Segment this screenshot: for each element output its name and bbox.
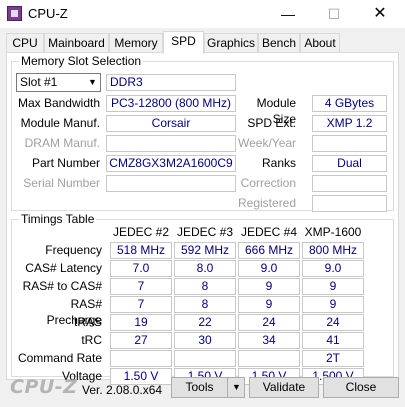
spd-tab-panel: Memory Slot Selection Slot #1 ▼ DDR3 Max… (6, 52, 399, 385)
dram-manuf-label: DRAM Manuf. (24, 136, 100, 150)
week-year-value (312, 135, 387, 152)
timings-cell: 27 (110, 332, 172, 349)
timings-cell: 9 (302, 296, 364, 313)
timings-cell (238, 350, 300, 367)
timings-cell: 41 (302, 332, 364, 349)
spd-ext-label: SPD Ext. (247, 116, 296, 130)
timings-table-title: Timings Table (19, 212, 97, 226)
tab-about[interactable]: About (300, 33, 340, 53)
serial-number-label: Serial Number (23, 176, 100, 190)
timings-cell: 19 (110, 314, 172, 331)
timings-cell: 30 (174, 332, 236, 349)
tab-mainboard[interactable]: Mainboard (44, 33, 109, 53)
timings-cell: 9 (238, 278, 300, 295)
timings-cell: 800 MHz (302, 242, 364, 259)
title-bar: CPU-Z — ☐ ✕ (0, 0, 405, 28)
correction-value (312, 175, 387, 192)
week-year-label: Week/Year (238, 136, 297, 150)
spd-ext-value: XMP 1.2 (312, 115, 387, 132)
tab-graphics[interactable]: Graphics (204, 33, 258, 53)
timings-cell: 9.0 (302, 260, 364, 277)
tab-bench[interactable]: Bench (258, 33, 300, 53)
tab-spd[interactable]: SPD (163, 31, 204, 54)
memory-slot-selection-group: Memory Slot Selection Slot #1 ▼ DDR3 Max… (11, 54, 394, 212)
timings-table-group: Timings Table JEDEC #2 JEDEC #3 JEDEC #4 XM… (11, 212, 394, 385)
serial-number-value (106, 175, 236, 192)
minimize-button[interactable]: — (265, 0, 311, 28)
timings-cell: 7.0 (110, 260, 172, 277)
max-bandwidth-value: PC3-12800 (800 MHz) (106, 95, 236, 112)
close-button[interactable]: Close (323, 377, 399, 398)
timings-column-header: XMP-1600 (304, 225, 362, 239)
timings-cell: 7 (110, 296, 172, 313)
window-client-area: CPU Mainboard Memory SPD Graphics Bench … (0, 28, 405, 407)
timings-cell: 592 MHz (174, 242, 236, 259)
timings-cell: 9 (238, 296, 300, 313)
window-title: CPU-Z (28, 6, 68, 21)
timings-cell: 24 (302, 314, 364, 331)
timings-row-label: CAS# Latency (25, 261, 102, 275)
part-number-label: Part Number (31, 156, 100, 170)
chevron-down-icon[interactable]: ▼ (227, 378, 245, 397)
timings-cell: 8 (174, 296, 236, 313)
chevron-down-icon: ▼ (88, 77, 97, 87)
maximize-button[interactable]: ☐ (311, 0, 357, 28)
module-manuf-label: Module Manuf. (20, 116, 100, 130)
max-bandwidth-label: Max Bandwidth (17, 96, 100, 110)
slot-select-value: Slot #1 (20, 75, 58, 89)
memory-slot-selection-title: Memory Slot Selection (19, 54, 144, 68)
tools-button[interactable]: Tools ▼ (171, 377, 245, 398)
timings-cell: 666 MHz (238, 242, 300, 259)
timings-row-label: tRAS (73, 315, 102, 329)
registered-value (312, 195, 387, 212)
timings-cell: 7 (110, 278, 172, 295)
timings-cell: 22 (174, 314, 236, 331)
timings-cell: 2T (302, 350, 364, 367)
validate-button[interactable]: Validate (249, 377, 319, 398)
correction-label: Correction (240, 176, 296, 190)
timings-cell (110, 350, 172, 367)
slot-select[interactable]: Slot #1 ▼ (16, 73, 101, 92)
timings-row-label: Frequency (45, 243, 102, 257)
module-manuf-value: Corsair (106, 115, 236, 132)
timings-cell (174, 350, 236, 367)
registered-label: Registered (238, 196, 297, 210)
version-text: Ver. 2.08.0.x64 (82, 383, 163, 397)
cpu-z-app-icon (7, 6, 22, 21)
close-window-button[interactable]: ✕ (357, 0, 403, 28)
memory-type-value: DDR3 (106, 74, 236, 91)
timings-cell: 8 (174, 278, 236, 295)
timings-column-header: JEDEC #4 (240, 225, 298, 239)
timings-row-label: RAS# to CAS# (22, 279, 102, 293)
timings-row-label: tRC (81, 333, 102, 347)
timings-cell: 24 (238, 314, 300, 331)
timings-cell: 34 (238, 332, 300, 349)
dram-manuf-value (106, 135, 236, 152)
module-size-value: 4 GBytes (312, 95, 387, 112)
timings-row-label: Command Rate (17, 351, 102, 365)
timings-column-header: JEDEC #2 (112, 225, 170, 239)
tools-button-label: Tools (185, 380, 214, 394)
timings-column-header: JEDEC #3 (176, 225, 234, 239)
cpu-z-logo: CPU-Z (10, 376, 78, 398)
timings-cell: 8.0 (174, 260, 236, 277)
tab-memory[interactable]: Memory (109, 33, 163, 53)
tab-cpu[interactable]: CPU (6, 33, 44, 53)
ranks-label: Ranks (261, 156, 296, 170)
timings-cell: 9.0 (238, 260, 300, 277)
ranks-value: Dual (312, 155, 387, 172)
timings-cell: 518 MHz (110, 242, 172, 259)
part-number-value: CMZ8GX3M2A1600C9 (106, 155, 236, 172)
timings-cell: 9 (302, 278, 364, 295)
